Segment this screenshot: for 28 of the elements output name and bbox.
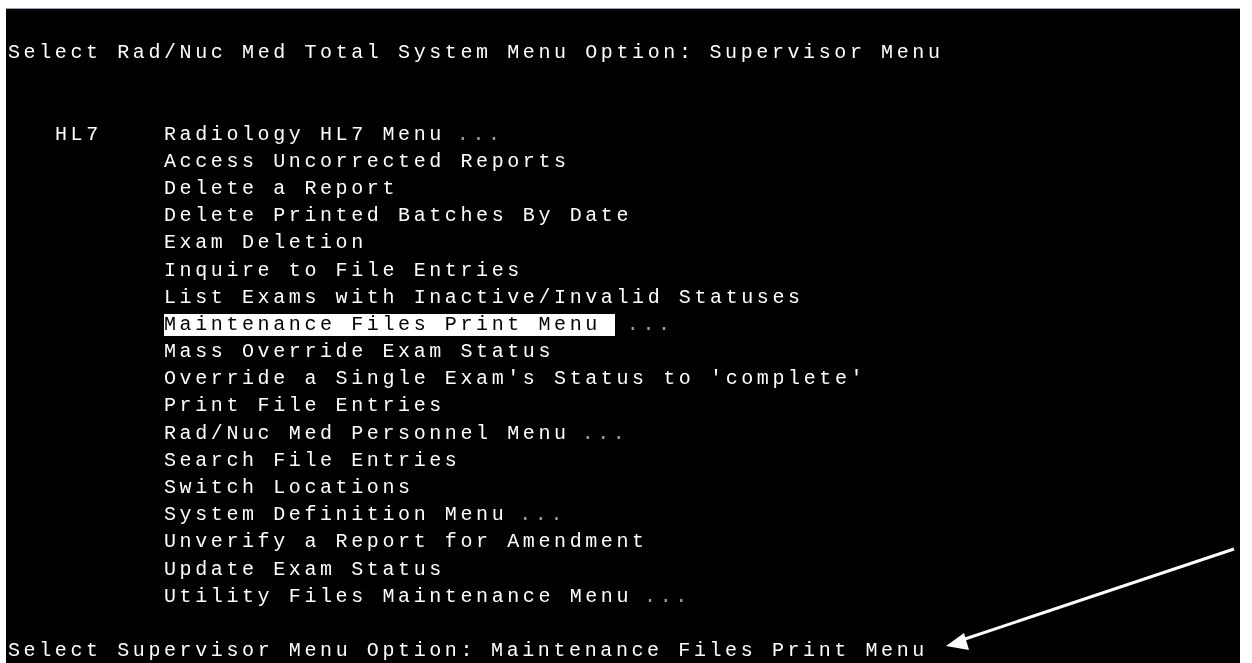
menu-item[interactable]: Switch Locations: [164, 474, 414, 502]
menu-item[interactable]: Search File Entries: [164, 446, 461, 475]
menu-item[interactable]: System Definition Menu: [164, 501, 508, 529]
menu-item[interactable]: Access Uncorrected Reports: [164, 147, 570, 175]
menu-item[interactable]: Delete a Report: [164, 174, 399, 203]
menu-item[interactable]: Unverify a Report for Amendment: [164, 528, 648, 556]
menu-item[interactable]: Print File Entries: [164, 392, 445, 420]
menu-item[interactable]: Radiology HL7 Menu: [164, 120, 445, 148]
submenu-marker: ...: [644, 583, 691, 610]
submenu-marker: ...: [456, 121, 504, 148]
menu-item[interactable]: Delete Printed Batches By Date: [164, 202, 633, 230]
menu-item[interactable]: Rad/Nuc Med Personnel Menu: [164, 419, 570, 447]
menu-item[interactable]: Update Exam Status: [164, 555, 445, 583]
submenu-marker: ...: [581, 420, 629, 447]
menu-item[interactable]: Utility Files Maintenance Menu: [164, 582, 633, 610]
menu-item[interactable]: Override a Single Exam's Status to 'complete': [164, 365, 867, 393]
menu-item[interactable]: Inquire to File Entries: [164, 256, 523, 284]
prompt-answer[interactable]: Maintenance Files Print Menu: [491, 637, 928, 663]
menu-item[interactable]: Mass Override Exam Status: [164, 338, 555, 366]
submenu-marker: ...: [626, 311, 674, 338]
submenu-marker: ...: [519, 502, 567, 529]
prompt-answer[interactable]: Supervisor Menu: [709, 39, 944, 67]
prompt-text: Select Supervisor Menu Option:: [8, 638, 477, 663]
menu-item[interactable]: List Exams with Inactive/Invalid Statuses: [164, 283, 804, 311]
menu-item[interactable]: Exam Deletion: [164, 229, 367, 257]
prompt-text: Select Rad/Nuc Med Total System Menu Option:: [8, 40, 695, 66]
menu-code: HL7: [55, 122, 102, 146]
menu-item[interactable]: Maintenance Files Print Menu: [164, 313, 615, 336]
